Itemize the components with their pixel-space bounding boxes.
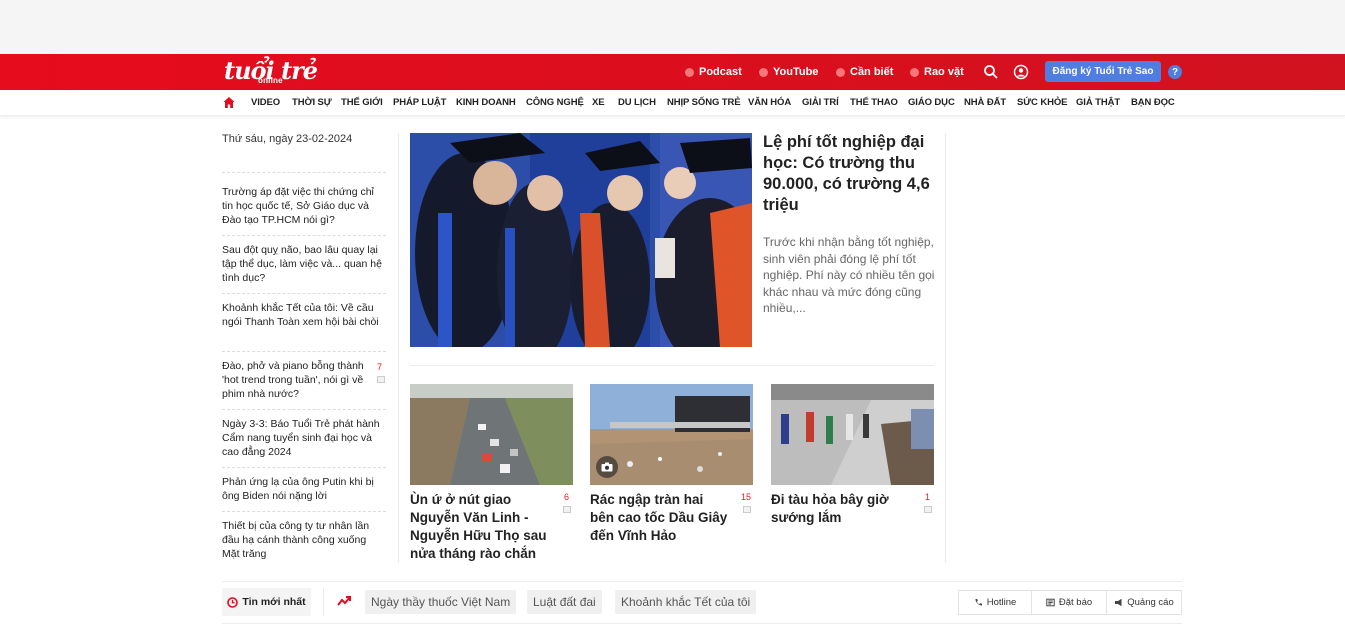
nav-item-gia-that[interactable]: GIẢ THẬT: [1076, 97, 1120, 108]
can-biet-link[interactable]: Cần biết: [836, 64, 893, 80]
nav-item-suc-khoe[interactable]: SỨC KHỎE: [1017, 97, 1067, 108]
hotline-button[interactable]: Hotline: [958, 590, 1032, 615]
sidebar-news-item[interactable]: Sau đột quỵ não, bao lâu quay lại tập th…: [222, 243, 386, 285]
youtube-icon: [759, 67, 768, 77]
divider: [222, 511, 386, 512]
youtube-link[interactable]: YouTube: [759, 64, 818, 80]
comment-icon: [377, 376, 385, 383]
order-newspaper-button[interactable]: Đặt báo: [1031, 590, 1107, 615]
newspaper-icon: [1046, 598, 1055, 607]
divider: [222, 467, 386, 468]
nav-item-kinh-doanh[interactable]: KINH DOANH: [456, 97, 516, 108]
nav-item-van-hoa[interactable]: VĂN HÓA: [748, 97, 791, 108]
user-account-icon[interactable]: [1013, 64, 1029, 80]
can-biet-link-label: Cần biết: [850, 66, 894, 78]
camera-icon: [596, 456, 618, 478]
comment-count[interactable]: 7: [377, 362, 382, 372]
podcast-link[interactable]: Podcast: [685, 64, 742, 80]
nav-item-video[interactable]: VIDEO: [251, 97, 280, 108]
site-logo-sub: online: [258, 76, 283, 85]
divider: [222, 409, 386, 410]
comment-count[interactable]: 6: [564, 492, 569, 502]
trending-tag[interactable]: Luật đất đai: [527, 590, 602, 614]
nav-item-the-thao[interactable]: THỂ THAO: [850, 97, 898, 108]
nav-item-thoi-su[interactable]: THỜI SỰ: [292, 97, 332, 108]
divider: [323, 588, 324, 616]
sidebar-news-item[interactable]: Đào, phở và piano bỗng thành 'hot trend …: [222, 359, 372, 401]
divider: [222, 293, 386, 294]
sidebar-news-item[interactable]: Thiết bị của công ty tư nhân lần đầu hạ …: [222, 519, 386, 561]
nav-item-giai-tri[interactable]: GIẢI TRÍ: [802, 97, 839, 108]
hero-headline[interactable]: Lệ phí tốt nghiệp đại học: Có trường thu…: [763, 132, 935, 216]
trending-tag[interactable]: Khoảnh khắc Tết của tôi: [615, 590, 757, 614]
hero-summary: Trước khi nhận bằng tốt nghiệp, sinh viê…: [763, 235, 935, 315]
nav-item-giao-duc[interactable]: GIÁO DỤC: [908, 97, 955, 108]
subscribe-button[interactable]: Đăng ký Tuổi Trẻ Sao: [1045, 61, 1161, 82]
sidebar-news-item[interactable]: Ngày 3-3: Báo Tuổi Trẻ phát hành Cẩm nan…: [222, 417, 386, 459]
rao-vat-link[interactable]: Rao vặt: [910, 64, 964, 80]
card-headline[interactable]: Ùn ứ ở nút giao Nguyễn Văn Linh - Nguyễn…: [410, 491, 558, 563]
pin-icon: [836, 67, 845, 77]
card-headline[interactable]: Rác ngập tràn hai bên cao tốc Dầu Giây đ…: [590, 491, 730, 545]
divider: [410, 365, 934, 366]
help-icon[interactable]: ?: [1168, 65, 1182, 79]
sidebar-news-item[interactable]: Khoảnh khắc Tết của tôi: Về cầu ngói Tha…: [222, 301, 386, 329]
rao-vat-link-label: Rao vặt: [924, 66, 964, 78]
comment-icon: [924, 506, 932, 513]
tag-icon: [910, 67, 919, 77]
card-headline[interactable]: Đi tàu hỏa bây giờ sướng lắm: [771, 491, 923, 527]
advertising-label: Quảng cáo: [1127, 597, 1174, 608]
podcast-link-label: Podcast: [699, 66, 742, 78]
comment-count[interactable]: 1: [925, 492, 930, 502]
phone-icon: [975, 599, 982, 606]
megaphone-icon: [1115, 598, 1122, 607]
comment-icon: [563, 506, 571, 513]
nav-item-ban-doc[interactable]: BẠN ĐỌC: [1131, 97, 1175, 108]
sidebar-news-item[interactable]: Phản ứng lạ của ông Putin khi bị ông Bid…: [222, 475, 386, 503]
hero-image[interactable]: [410, 133, 752, 347]
home-icon[interactable]: [223, 96, 235, 109]
nav-item-nha-dat[interactable]: NHÀ ĐẤT: [964, 97, 1006, 108]
microphone-icon: [685, 67, 694, 77]
divider: [222, 351, 386, 352]
nav-item-xe[interactable]: XE: [592, 97, 605, 108]
trending-tag[interactable]: Ngày thầy thuốc Việt Nam: [365, 590, 517, 614]
latest-news-button[interactable]: Tin mới nhất: [222, 588, 311, 616]
divider: [222, 581, 1182, 582]
advertising-button[interactable]: Quảng cáo: [1106, 590, 1182, 615]
column-divider: [945, 133, 946, 563]
order-newspaper-label: Đặt báo: [1058, 597, 1093, 608]
latest-news-label: Tin mới nhất: [242, 596, 306, 608]
card-image[interactable]: [410, 384, 573, 485]
youtube-link-label: YouTube: [773, 66, 819, 78]
nav-item-nhip-song-tre[interactable]: NHỊP SỐNG TRẺ: [667, 97, 741, 108]
nav-item-the-gioi[interactable]: THẾ GIỚI: [341, 97, 383, 108]
column-divider: [398, 133, 399, 563]
divider: [222, 235, 386, 236]
nav-item-phap-luat[interactable]: PHÁP LUẬT: [393, 97, 446, 108]
current-date: Thứ sáu, ngày 23-02-2024: [222, 133, 353, 145]
hotline-label: Hotline: [986, 597, 1017, 608]
comment-icon: [743, 506, 751, 513]
comment-count[interactable]: 15: [741, 492, 751, 502]
divider: [222, 172, 386, 173]
card-image[interactable]: [771, 384, 934, 485]
sidebar-news-item[interactable]: Trường áp đặt việc thi chứng chỉ tin học…: [222, 185, 386, 227]
trending-icon: [337, 596, 351, 606]
search-icon[interactable]: [983, 64, 999, 80]
browser-top-area: [0, 0, 1345, 54]
clock-icon: [227, 596, 239, 608]
divider: [222, 623, 1182, 624]
nav-item-du-lich[interactable]: DU LỊCH: [618, 97, 656, 108]
nav-item-cong-nghe[interactable]: CÔNG NGHỆ: [526, 97, 584, 108]
